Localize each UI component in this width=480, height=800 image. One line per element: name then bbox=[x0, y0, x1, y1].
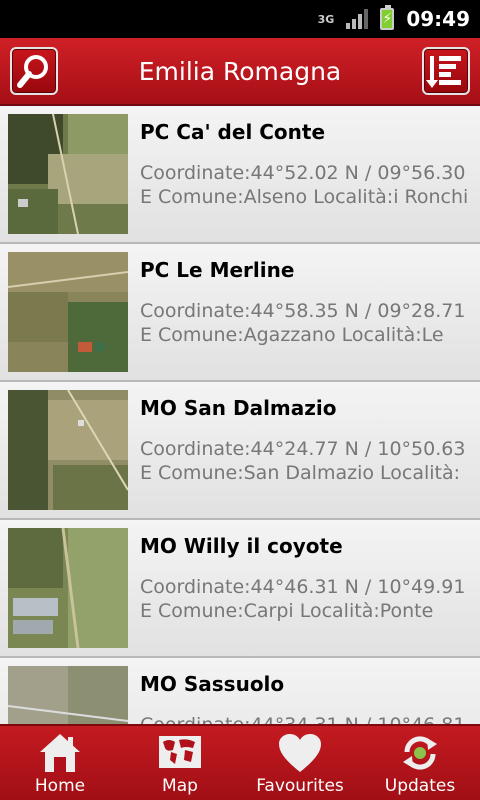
tab-favourites-label: Favourites bbox=[256, 776, 344, 796]
refresh-icon bbox=[403, 736, 437, 770]
item-coordinates: Coordinate:44°58.35 N / 09°28.71 bbox=[140, 300, 466, 322]
list-item[interactable]: PC Le Merline Coordinate:44°58.35 N / 09… bbox=[0, 244, 480, 382]
list-item[interactable]: MO Willy il coyote Coordinate:44°46.31 N… bbox=[0, 520, 480, 658]
tab-updates[interactable]: Updates bbox=[360, 726, 480, 800]
tab-favourites[interactable]: Favourites bbox=[240, 726, 360, 800]
aerial-thumbnail bbox=[8, 666, 128, 724]
page-title: Emilia Romagna bbox=[138, 57, 342, 86]
item-title: PC Le Merline bbox=[140, 258, 295, 282]
item-location: E Comune:Alseno Località:i Ronchi bbox=[140, 186, 469, 208]
item-title: MO Sassuolo bbox=[140, 672, 285, 696]
tab-updates-label: Updates bbox=[384, 776, 456, 796]
signal-icon bbox=[346, 9, 369, 29]
site-list[interactable]: PC Ca' del Conte Coordinate:44°52.02 N /… bbox=[0, 106, 480, 724]
list-item[interactable]: MO San Dalmazio Coordinate:44°24.77 N / … bbox=[0, 382, 480, 520]
network-type: 3G bbox=[317, 12, 335, 26]
tab-map-label: Map bbox=[162, 776, 198, 796]
search-button[interactable] bbox=[10, 47, 58, 95]
status-bar: 3G ⚡ 09:49 bbox=[0, 0, 480, 38]
aerial-thumbnail bbox=[8, 390, 128, 510]
app-header: Emilia Romagna bbox=[0, 38, 480, 106]
item-location: E Comune:Agazzano Località:Le bbox=[140, 324, 444, 346]
item-location: E Comune:Carpi Località:Ponte bbox=[140, 600, 434, 622]
aerial-thumbnail bbox=[8, 114, 128, 234]
item-coordinates: Coordinate:44°24.77 N / 10°50.63 bbox=[140, 438, 466, 460]
sort-button[interactable] bbox=[422, 47, 470, 95]
item-coordinates: Coordinate:44°52.02 N / 09°56.30 bbox=[140, 162, 466, 184]
world-map-icon bbox=[159, 736, 201, 768]
item-title: MO Willy il coyote bbox=[140, 534, 343, 558]
aerial-thumbnail bbox=[8, 252, 128, 372]
status-time: 09:49 bbox=[406, 7, 470, 31]
heart-icon bbox=[279, 734, 321, 772]
bottom-navigation: Home Map Favourites Updates bbox=[0, 724, 480, 800]
item-coordinates: Coordinate:44°46.31 N / 10°49.91 bbox=[140, 576, 466, 598]
item-location: E Comune:San Dalmazio Località: bbox=[140, 462, 461, 484]
list-item[interactable]: PC Ca' del Conte Coordinate:44°52.02 N /… bbox=[0, 106, 480, 244]
search-icon bbox=[17, 55, 48, 88]
sort-list-icon bbox=[426, 56, 461, 88]
aerial-thumbnail bbox=[8, 528, 128, 648]
item-coordinates: Coordinate:44°34.31 N / 10°46.81 bbox=[140, 714, 480, 724]
battery-icon: ⚡ bbox=[380, 5, 395, 30]
tab-map[interactable]: Map bbox=[120, 726, 240, 800]
tab-home-label: Home bbox=[34, 776, 86, 796]
tab-home[interactable]: Home bbox=[0, 726, 120, 800]
list-item[interactable]: MO Sassuolo Coordinate:44°34.31 N / 10°4… bbox=[0, 658, 480, 724]
home-icon bbox=[40, 734, 80, 772]
item-title: MO San Dalmazio bbox=[140, 396, 337, 420]
item-title: PC Ca' del Conte bbox=[140, 120, 326, 144]
